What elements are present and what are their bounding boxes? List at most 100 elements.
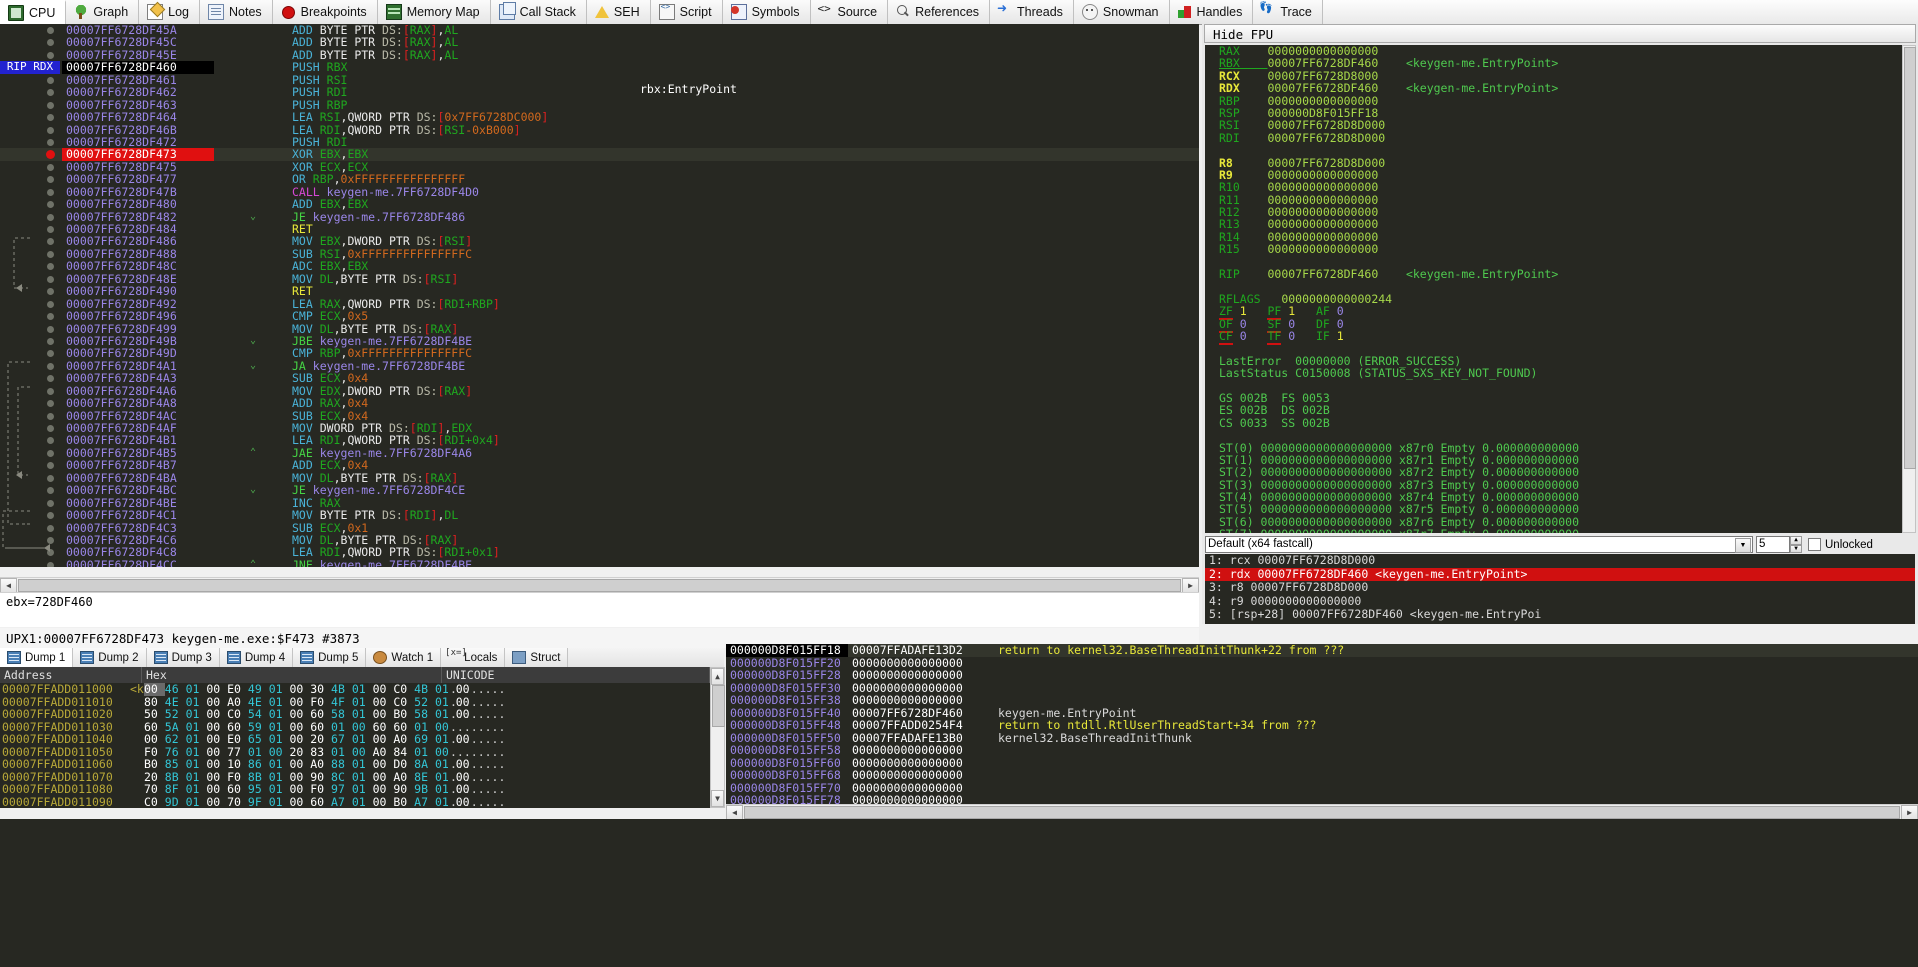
breakpoint-column[interactable] bbox=[0, 559, 62, 567]
stack-hscroll-thumb[interactable] bbox=[744, 806, 1900, 819]
breakpoint-column[interactable] bbox=[0, 509, 62, 521]
breakpoint-column[interactable] bbox=[0, 372, 62, 384]
disasm-row[interactable]: 00007FF6728DF4C1 MOV BYTE PTR DS:[RDI],DL bbox=[0, 509, 1199, 522]
bullet-icon[interactable] bbox=[47, 362, 54, 370]
hex-byte[interactable]: 01 bbox=[352, 795, 373, 809]
disasm-row[interactable]: 00007FF6728DF4BC ⌄ JE keygen-me.7FF6728DF4… bbox=[0, 484, 1199, 497]
dump-tab-dump-5[interactable]: Dump 5 bbox=[293, 648, 367, 667]
breakpoint-column[interactable] bbox=[0, 459, 62, 471]
bullet-icon[interactable] bbox=[47, 512, 54, 520]
bullet-icon[interactable] bbox=[47, 163, 54, 171]
disasm-row[interactable]: 00007FF6728DF463 PUSH RBP bbox=[0, 98, 1199, 111]
bullet-icon[interactable] bbox=[47, 213, 54, 221]
tab-trace[interactable]: Trace bbox=[1253, 0, 1323, 24]
bullet-icon[interactable] bbox=[47, 350, 54, 358]
hex-byte[interactable]: 70 bbox=[227, 795, 248, 809]
unlocked-checkbox[interactable] bbox=[1808, 538, 1821, 551]
breakpoint-column[interactable] bbox=[0, 385, 62, 397]
dump-rows[interactable]: 00007FFADD011000 <k 00 46 01 00 E0 49 01 0… bbox=[0, 683, 710, 808]
disasm-row[interactable]: 00007FF6728DF4AC SUB ECX,0x4 bbox=[0, 409, 1199, 422]
breakpoint-column[interactable] bbox=[0, 347, 62, 359]
disasm-row[interactable]: RIP RDX 00007FF6728DF460 PUSH RBX bbox=[0, 60, 1199, 74]
hex-byte[interactable]: B0 bbox=[248, 807, 269, 809]
hex-byte[interactable]: B3 bbox=[414, 807, 435, 809]
breakpoint-column[interactable] bbox=[0, 285, 62, 297]
breakpoint-column[interactable] bbox=[0, 173, 62, 185]
breakpoint-column[interactable] bbox=[0, 161, 62, 173]
stack-value[interactable]: 0000000000000000 bbox=[848, 669, 992, 682]
stack-row[interactable]: 000000D8F015FF68 0000000000000000 bbox=[726, 769, 1918, 782]
argument-row[interactable]: 2: rdx 00007FF6728DF460 <keygen-me.Entry… bbox=[1205, 567, 1915, 581]
tab-notes[interactable]: Notes bbox=[200, 0, 273, 24]
breakpoint-column[interactable] bbox=[0, 298, 62, 310]
disasm-row[interactable]: 00007FF6728DF4A6 MOV EDX,DWORD PTR DS:[RA… bbox=[0, 384, 1199, 397]
hex-byte[interactable]: C0 bbox=[144, 795, 165, 809]
disasm-row[interactable]: 00007FF6728DF472 PUSH RDI bbox=[0, 135, 1199, 148]
bullet-icon[interactable] bbox=[47, 400, 54, 408]
tab-symbols[interactable]: Symbols bbox=[722, 0, 811, 24]
disassembly-panel[interactable]: 00007FF6728DF45A ADD BYTE PTR DS:[RAX],AL… bbox=[0, 24, 1199, 567]
hex-byte[interactable]: 60 bbox=[310, 795, 331, 809]
breakpoint-column[interactable] bbox=[0, 86, 62, 98]
bullet-icon[interactable] bbox=[47, 76, 54, 84]
argument-row[interactable]: 1: rcx 00007FF6728D8D000 bbox=[1205, 554, 1915, 568]
hex-byte[interactable]: AE bbox=[165, 807, 186, 809]
bullet-icon[interactable] bbox=[47, 138, 54, 146]
hex-byte[interactable]: 01 bbox=[269, 807, 290, 809]
stack-value[interactable]: 0000000000000000 bbox=[848, 769, 992, 782]
breakpoint-column[interactable] bbox=[0, 410, 62, 422]
flag-value[interactable]: 0 bbox=[1233, 329, 1268, 343]
hex-byte[interactable]: 9F bbox=[248, 795, 269, 809]
stack-value[interactable]: 0000000000000000 bbox=[848, 744, 992, 757]
disasm-row[interactable]: 00007FF6728DF4A8 ADD RAX,0x4 bbox=[0, 397, 1199, 410]
tab-memory-map[interactable]: Memory Map bbox=[377, 0, 491, 24]
flag-cf[interactable]: CF bbox=[1219, 328, 1233, 345]
hex-byte[interactable]: B0 bbox=[393, 795, 414, 809]
argument-row[interactable]: 4: r9 0000000000000000 bbox=[1205, 594, 1915, 609]
disasm-row[interactable]: 00007FF6728DF486 MOV EBX,DWORD PTR DS:[RS… bbox=[0, 235, 1199, 248]
stack-value[interactable]: 0000000000000000 bbox=[848, 694, 992, 707]
bullet-icon[interactable] bbox=[47, 101, 54, 109]
bullet-icon[interactable] bbox=[47, 250, 54, 258]
breakpoint-column[interactable] bbox=[0, 111, 62, 123]
breakpoint-column[interactable] bbox=[0, 397, 62, 409]
flag-tf[interactable]: TF bbox=[1267, 328, 1282, 345]
dump-scrollbar[interactable]: ▲ ▼ bbox=[710, 667, 725, 808]
bullet-icon[interactable] bbox=[47, 313, 54, 321]
disasm-row[interactable]: 00007FF6728DF4B5 ⌃ JAE keygen-me.7FF6728DF… bbox=[0, 446, 1199, 459]
stack-value[interactable]: 00007FFADAFE13D2 bbox=[848, 644, 992, 657]
disasm-row[interactable]: 00007FF6728DF482 ⌄ JE keygen-me.7FF6728DF4… bbox=[0, 210, 1199, 223]
disasm-row[interactable]: 00007FF6728DF480 ADD EBX,EBX bbox=[0, 198, 1199, 211]
disasm-row[interactable]: 00007FF6728DF4C6 MOV DL,BYTE PTR DS:[RAX] bbox=[0, 533, 1199, 546]
breakpoint-column[interactable] bbox=[0, 36, 62, 48]
disassembly-rows[interactable]: 00007FF6728DF45A ADD BYTE PTR DS:[RAX],AL… bbox=[0, 24, 1199, 567]
flags-row[interactable]: CF 0 TF 0 IF 1 bbox=[1205, 328, 1915, 345]
hex-byte[interactable]: 00 bbox=[206, 795, 227, 809]
bullet-icon[interactable] bbox=[47, 536, 54, 544]
bullet-icon[interactable] bbox=[47, 337, 54, 345]
breakpoint-column[interactable] bbox=[0, 223, 62, 235]
hex-byte[interactable]: B1 bbox=[331, 807, 352, 809]
disasm-row[interactable]: 00007FF6728DF490 RET bbox=[0, 285, 1199, 298]
disasm-row[interactable]: 00007FF6728DF4CC ⌃ JNE keygen-me.7FF6728DF… bbox=[0, 558, 1199, 567]
bullet-icon[interactable] bbox=[47, 226, 54, 233]
disasm-row[interactable]: 00007FF6728DF45A ADD BYTE PTR DS:[RAX],AL bbox=[0, 24, 1199, 36]
tab-snowman[interactable]: Snowman bbox=[1073, 0, 1170, 24]
breakpoint-column[interactable] bbox=[0, 447, 62, 459]
stack-row[interactable]: 000000D8F015FF18 00007FFADAFE13D2 return t… bbox=[726, 644, 1918, 657]
arguments-panel[interactable]: 1: rcx 00007FF6728D8D000 2: rdx 00007FF67… bbox=[1205, 554, 1915, 624]
bullet-icon[interactable] bbox=[47, 288, 54, 296]
dump-scroll-thumb[interactable] bbox=[712, 685, 725, 727]
stepper-down[interactable]: ▼ bbox=[1790, 544, 1802, 553]
scroll-right-button[interactable]: ▶ bbox=[1182, 578, 1199, 593]
bullet-icon[interactable] bbox=[47, 375, 54, 383]
bullet-icon[interactable] bbox=[47, 201, 54, 209]
bullet-icon[interactable] bbox=[47, 474, 54, 482]
disasm-row[interactable]: 00007FF6728DF475 XOR ECX,ECX bbox=[0, 160, 1199, 173]
stack-value[interactable]: 00007FFADD0254F4 bbox=[848, 719, 992, 732]
disasm-row[interactable]: 00007FF6728DF45E ADD BYTE PTR DS:[RAX],AL bbox=[0, 48, 1199, 61]
bullet-icon[interactable] bbox=[47, 487, 54, 495]
breakpoint-column[interactable] bbox=[0, 273, 62, 285]
register-value[interactable]: 00007FF6728D8D000 bbox=[1267, 131, 1385, 145]
bullet-icon[interactable] bbox=[47, 412, 54, 420]
